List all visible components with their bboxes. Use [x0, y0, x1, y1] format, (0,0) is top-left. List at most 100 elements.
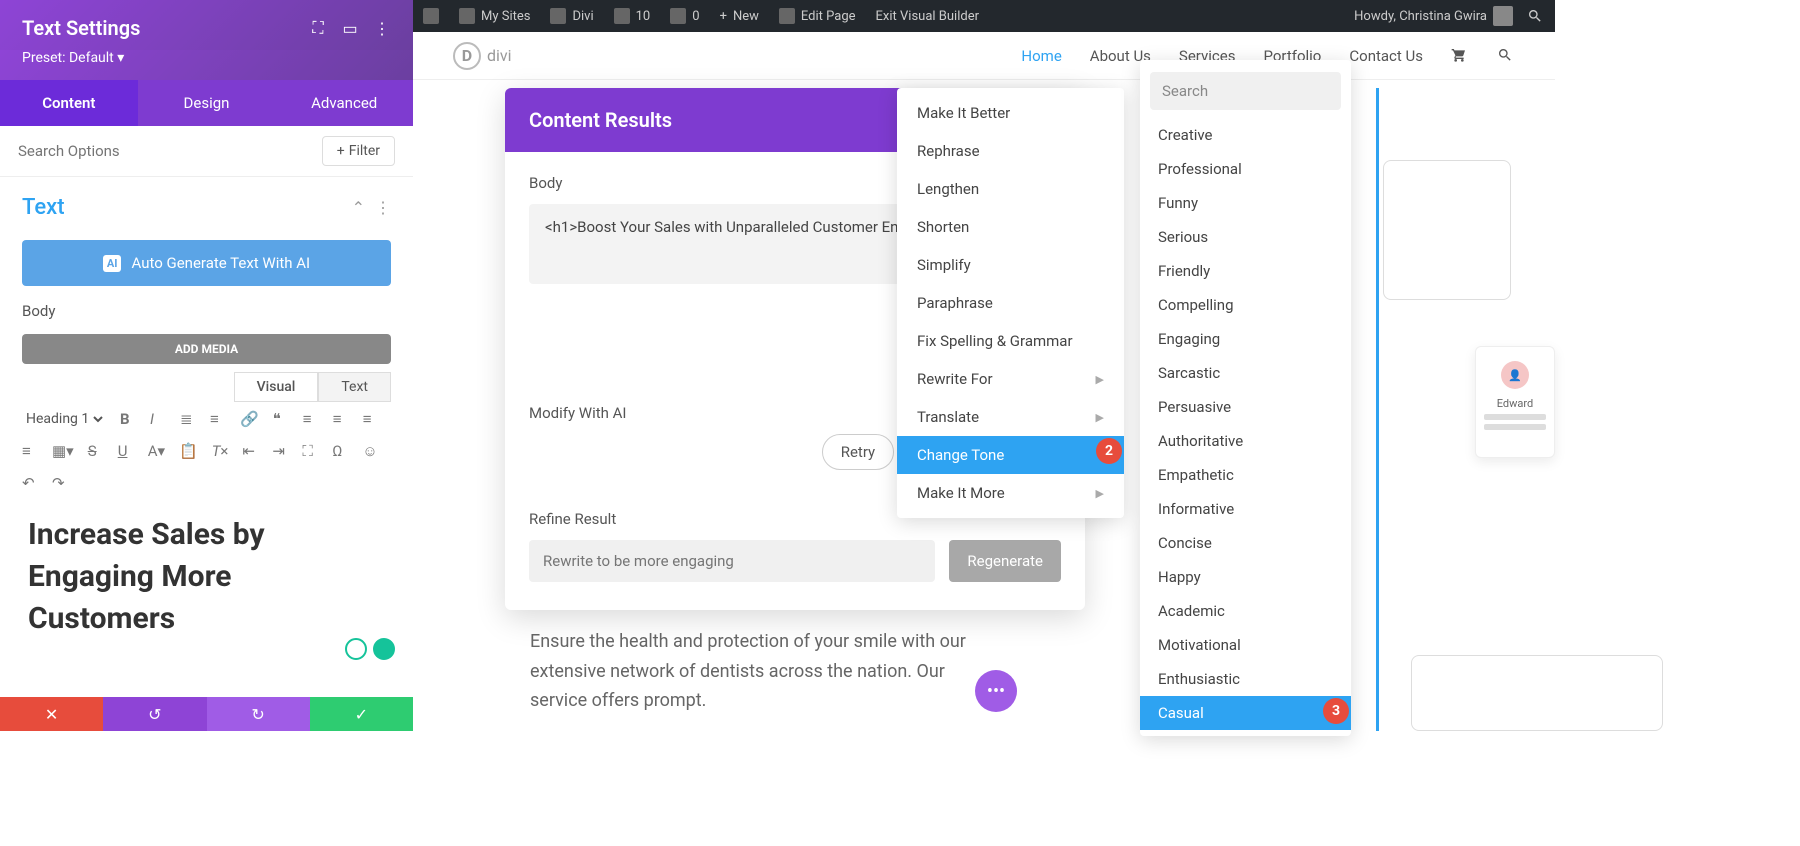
tab-design[interactable]: Design	[138, 80, 276, 126]
italic-icon[interactable]: I	[150, 410, 166, 428]
tone-sarcastic[interactable]: Sarcastic	[1140, 356, 1351, 390]
text-color-icon[interactable]: A▾	[148, 442, 165, 460]
divi-fab-icon[interactable]: •••	[975, 670, 1017, 712]
outdent-icon[interactable]: ⇤	[242, 442, 258, 460]
fullscreen-icon[interactable]: ⛶	[302, 442, 318, 460]
dd-make-it-more[interactable]: Make It More▶	[897, 474, 1124, 512]
admin-search-icon[interactable]	[1523, 4, 1547, 28]
exit-visual-builder[interactable]: Exit Visual Builder	[866, 0, 989, 32]
dd-rephrase[interactable]: Rephrase	[897, 132, 1124, 170]
tone-persuasive[interactable]: Persuasive	[1140, 390, 1351, 424]
editor-tab-text[interactable]: Text	[318, 372, 391, 402]
howdy-user[interactable]: Howdy, Christina Gwira	[1344, 0, 1523, 32]
site-logo[interactable]: D divi	[453, 42, 533, 70]
underline-icon[interactable]: U	[118, 442, 134, 460]
redo-icon[interactable]: ↷	[52, 474, 68, 492]
align-left-icon[interactable]: ≡	[303, 410, 319, 428]
kebab-icon[interactable]: ⋮	[373, 19, 391, 37]
grammarly-dot-icon[interactable]	[345, 638, 367, 660]
special-char-icon[interactable]: Ω	[332, 442, 348, 460]
strikethrough-icon[interactable]: S	[88, 442, 104, 460]
tone-authoritative[interactable]: Authoritative	[1140, 424, 1351, 458]
tab-advanced[interactable]: Advanced	[275, 80, 413, 126]
align-justify-icon[interactable]: ≡	[22, 442, 38, 460]
nav-search-icon[interactable]	[1497, 47, 1515, 65]
comments[interactable]: 0	[660, 0, 709, 32]
paste-icon[interactable]: 📋	[179, 442, 198, 460]
dd-simplify[interactable]: Simplify	[897, 246, 1124, 284]
tone-professional[interactable]: Professional	[1140, 152, 1351, 186]
edit-page[interactable]: Edit Page	[769, 0, 866, 32]
text-section-header[interactable]: Text ⌃⋮	[0, 177, 413, 230]
undo-icon[interactable]: ↶	[22, 474, 38, 492]
regenerate-button[interactable]: Regenerate	[949, 540, 1061, 582]
chevron-up-icon[interactable]: ⌃	[352, 198, 365, 217]
tone-funny[interactable]: Funny	[1140, 186, 1351, 220]
redo-button[interactable]: ↻	[207, 697, 310, 731]
dd-rewrite-for[interactable]: Rewrite For▶	[897, 360, 1124, 398]
search-options-input[interactable]	[18, 142, 314, 160]
grammarly-icon[interactable]	[373, 638, 395, 660]
link-icon[interactable]: 🔗	[240, 410, 259, 428]
dd-change-tone[interactable]: Change Tone 2	[897, 436, 1124, 474]
table-icon[interactable]: ▦▾	[52, 442, 74, 460]
refine-input[interactable]	[529, 540, 935, 582]
dd-item-label: Shorten	[917, 218, 969, 236]
tab-content[interactable]: Content	[0, 80, 138, 126]
editor-tab-visual[interactable]: Visual	[234, 372, 319, 402]
cancel-button[interactable]: ✕	[0, 697, 103, 731]
tone-informative[interactable]: Informative	[1140, 492, 1351, 526]
kebab-icon[interactable]: ⋮	[375, 198, 391, 217]
dd-lengthen[interactable]: Lengthen	[897, 170, 1124, 208]
retry-button[interactable]: Retry	[822, 434, 894, 470]
align-center-icon[interactable]: ≡	[333, 410, 349, 428]
dd-translate[interactable]: Translate▶	[897, 398, 1124, 436]
tone-casual[interactable]: Casual 3	[1140, 696, 1351, 730]
tone-empathetic[interactable]: Empathetic	[1140, 458, 1351, 492]
tone-engaging[interactable]: Engaging	[1140, 322, 1351, 356]
tone-friendly[interactable]: Friendly	[1140, 254, 1351, 288]
number-list-icon[interactable]: ≡	[210, 410, 226, 428]
preset-selector[interactable]: Preset: Default ▾	[0, 50, 413, 80]
filter-button[interactable]: +Filter	[322, 136, 395, 166]
align-right-icon[interactable]: ≡	[363, 410, 379, 428]
editor-mode-tabs: Visual Text	[0, 372, 413, 402]
cart-icon[interactable]	[1451, 47, 1469, 65]
wp-logo[interactable]	[413, 0, 449, 32]
chevron-right-icon: ▶	[1096, 373, 1104, 386]
nav-home[interactable]: Home	[1021, 47, 1061, 65]
tone-academic[interactable]: Academic	[1140, 594, 1351, 628]
save-button[interactable]: ✓	[310, 697, 413, 731]
indent-icon[interactable]: ⇥	[272, 442, 288, 460]
add-media-button[interactable]: ADD MEDIA	[22, 334, 391, 364]
bullet-list-icon[interactable]: ≣	[180, 410, 196, 428]
my-sites[interactable]: My Sites	[449, 0, 540, 32]
updates[interactable]: 10	[604, 0, 661, 32]
auto-generate-ai-button[interactable]: AI Auto Generate Text With AI	[22, 240, 391, 286]
responsive-icon[interactable]: ▭	[341, 19, 359, 37]
tone-serious[interactable]: Serious	[1140, 220, 1351, 254]
emoji-icon[interactable]: ☺	[362, 442, 378, 460]
tone-creative[interactable]: Creative	[1140, 118, 1351, 152]
dd-fix-spelling[interactable]: Fix Spelling & Grammar	[897, 322, 1124, 360]
bold-icon[interactable]: B	[120, 410, 136, 428]
tone-concise[interactable]: Concise	[1140, 526, 1351, 560]
dd-make-it-better[interactable]: Make It Better	[897, 94, 1124, 132]
quote-icon[interactable]: ❝	[273, 410, 289, 428]
tone-happy[interactable]: Happy	[1140, 560, 1351, 594]
tone-search-input[interactable]: Search	[1150, 72, 1341, 110]
new-menu[interactable]: +New	[710, 0, 769, 32]
undo-button[interactable]: ↺	[103, 697, 206, 731]
plus-icon: +	[720, 9, 727, 24]
dd-shorten[interactable]: Shorten	[897, 208, 1124, 246]
tone-motivational[interactable]: Motivational	[1140, 628, 1351, 662]
site-menu[interactable]: Divi	[540, 0, 603, 32]
nav-contact[interactable]: Contact Us	[1349, 47, 1423, 65]
dd-paraphrase[interactable]: Paraphrase	[897, 284, 1124, 322]
clear-format-icon[interactable]: T×	[212, 442, 229, 460]
expand-icon[interactable]: ⛶	[309, 19, 327, 37]
heading-select[interactable]: Heading 1	[22, 410, 106, 428]
editor-content[interactable]: Increase Sales by Engaging More Customer…	[0, 500, 413, 654]
tone-enthusiastic[interactable]: Enthusiastic	[1140, 662, 1351, 696]
tone-compelling[interactable]: Compelling	[1140, 288, 1351, 322]
